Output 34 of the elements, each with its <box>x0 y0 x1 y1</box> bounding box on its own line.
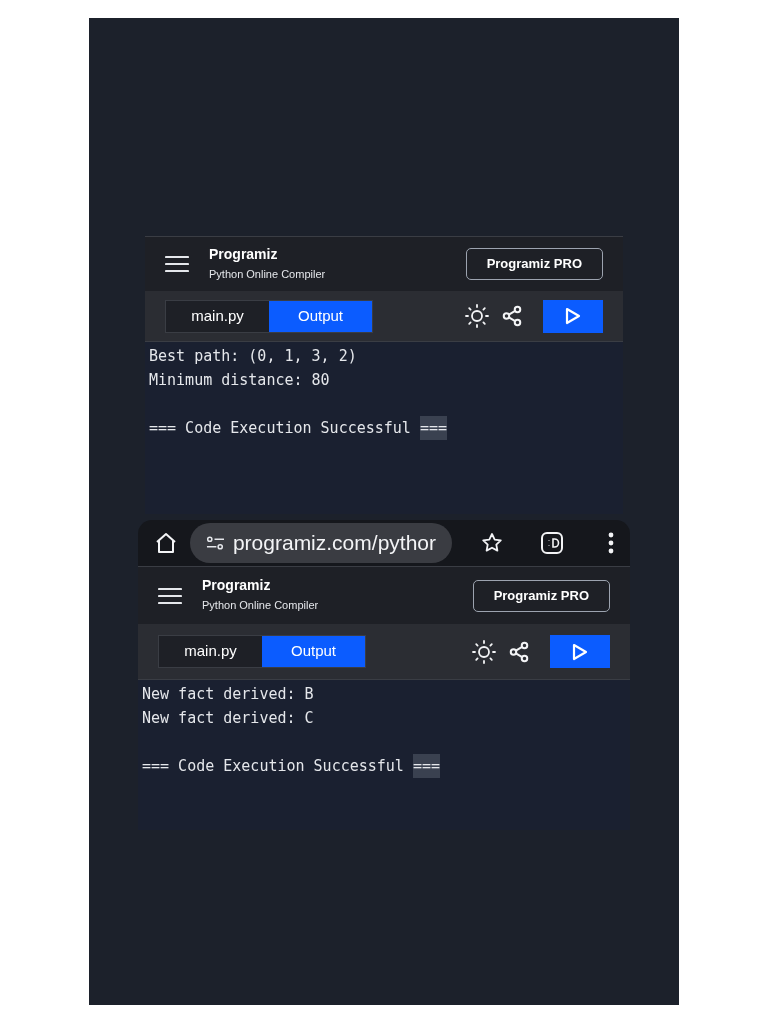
brand-logo[interactable]: Programiz <box>209 245 326 262</box>
tune-icon[interactable] <box>206 535 225 551</box>
tab-switcher-icon[interactable] <box>540 531 564 555</box>
play-icon <box>565 307 581 325</box>
output-line: Minimum distance: 80 <box>149 370 331 391</box>
output-line: New fact derived: B <box>142 684 315 705</box>
play-icon <box>572 642 588 661</box>
editor-tab[interactable]: main.py <box>159 636 262 667</box>
editor-tab[interactable]: main.py <box>166 300 269 332</box>
pro-button[interactable]: Programiz PRO <box>465 248 603 280</box>
sun-icon[interactable] <box>472 639 496 664</box>
more-icon[interactable] <box>608 532 614 554</box>
sun-icon[interactable] <box>465 304 489 328</box>
url-text: programiz.com/pythor <box>232 530 436 557</box>
address-bar[interactable]: programiz.com/pythor <box>190 523 452 563</box>
pro-button[interactable]: Programiz PRO <box>472 579 610 612</box>
output-line: New fact derived: C <box>142 708 315 729</box>
menu-icon[interactable] <box>165 255 189 273</box>
output-line: === Code Execution Successful <box>149 418 411 439</box>
output-line: Best path: (0, 1, 3, 2) <box>149 346 358 367</box>
share-icon[interactable] <box>508 640 530 663</box>
header-subtitle: Python Online Compiler <box>202 598 319 614</box>
run-button[interactable] <box>543 299 603 333</box>
editor-tab[interactable]: Output <box>269 300 372 332</box>
share-icon[interactable] <box>501 305 523 327</box>
brand-logo[interactable]: Programiz <box>202 577 319 594</box>
output-line: === Code Execution Successful <box>142 756 404 777</box>
header-subtitle: Python Online Compiler <box>209 266 326 282</box>
selected-text: === <box>419 416 447 440</box>
editor-tab[interactable]: Output <box>262 636 365 667</box>
star-icon[interactable] <box>480 531 504 555</box>
selected-text: === <box>412 754 440 778</box>
home-icon[interactable] <box>154 531 178 555</box>
menu-icon[interactable] <box>158 586 182 605</box>
